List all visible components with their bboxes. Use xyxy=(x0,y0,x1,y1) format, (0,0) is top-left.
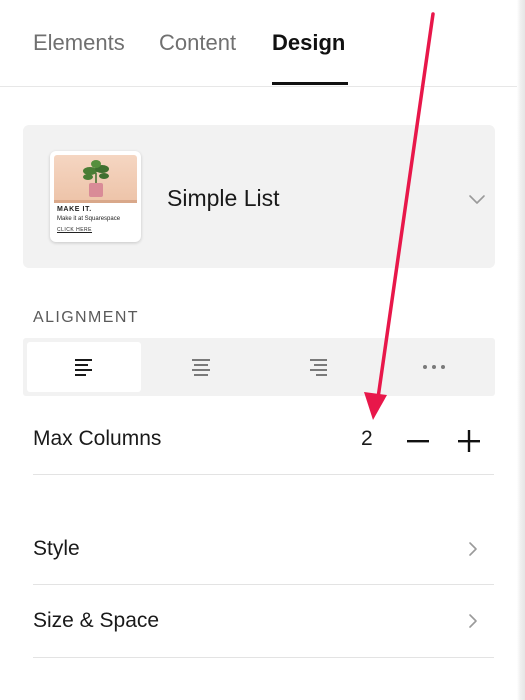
plant-image xyxy=(83,160,109,197)
shelf xyxy=(54,200,137,203)
preset-selector[interactable]: MAKE IT. Make it at Squarespace CLICK HE… xyxy=(23,125,495,268)
tab-design[interactable]: Design xyxy=(272,30,345,56)
align-right-button[interactable] xyxy=(261,342,375,392)
thumbnail-heading: MAKE IT. xyxy=(57,206,92,213)
thumbnail-subheading: Make it at Squarespace xyxy=(57,216,121,222)
preset-name: Simple List xyxy=(167,185,280,211)
size-space-label: Size & Space xyxy=(33,609,160,632)
preset-thumbnail: MAKE IT. Make it at Squarespace CLICK HE… xyxy=(50,151,141,242)
thumbnail-link: CLICK HERE xyxy=(57,227,93,233)
tab-bar: Elements Content Design xyxy=(0,0,525,87)
chevron-right-icon[interactable] xyxy=(464,540,482,558)
size-space-row[interactable]: Size & Space xyxy=(33,585,494,657)
decrement-button[interactable] xyxy=(405,428,431,454)
increment-button[interactable] xyxy=(456,428,482,454)
style-label: Style xyxy=(33,537,80,560)
panel-edge xyxy=(517,0,525,700)
max-columns-row: Max Columns 2 xyxy=(33,404,494,474)
align-center-button[interactable] xyxy=(144,342,258,392)
divider xyxy=(33,657,494,658)
align-center-icon xyxy=(192,359,210,376)
divider xyxy=(33,474,494,475)
more-options-button[interactable] xyxy=(377,342,491,392)
ellipsis-icon xyxy=(423,365,445,369)
plant-photo xyxy=(54,155,137,203)
tab-content[interactable]: Content xyxy=(159,30,236,56)
max-columns-value: 2 xyxy=(361,427,373,450)
tab-elements[interactable]: Elements xyxy=(33,30,125,56)
max-columns-label: Max Columns xyxy=(33,427,162,450)
chevron-down-icon[interactable] xyxy=(465,187,489,211)
alignment-label: ALIGNMENT xyxy=(33,309,139,326)
align-left-button[interactable] xyxy=(27,342,141,392)
align-right-icon xyxy=(310,359,327,376)
design-panel: Elements Content Design MAKE IT. Make it… xyxy=(0,0,525,700)
align-left-icon xyxy=(75,359,92,376)
style-row[interactable]: Style xyxy=(33,512,494,584)
active-tab-indicator xyxy=(272,82,348,85)
alignment-selector xyxy=(23,338,495,396)
chevron-right-icon[interactable] xyxy=(464,612,482,630)
